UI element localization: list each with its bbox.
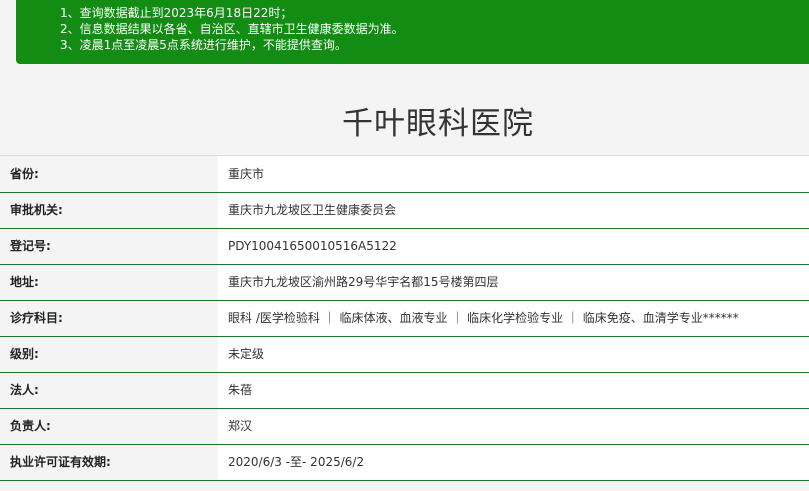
info-value: 重庆市九龙坡区渝州路29号华宇名都15号楼第四层	[218, 265, 809, 300]
notice-line-1: 1、查询数据截止到2023年6月18日22时；	[60, 6, 293, 20]
info-row-legal-person: 法人: 朱蓓	[0, 373, 809, 409]
info-value: 郑汉	[218, 409, 809, 444]
info-value: 重庆市	[218, 156, 809, 192]
hospital-info-table: 省份: 重庆市 审批机关: 重庆市九龙坡区卫生健康委员会 登记号: PDY100…	[0, 155, 809, 481]
page: 1、查询数据截止到2023年6月18日22时； 2、信息数据结果以各省、自治区、…	[0, 0, 809, 491]
info-value: 2020/6/3 -至- 2025/6/2	[218, 445, 809, 480]
info-row-departments: 诊疗科目: 眼科 /医学检验科 ｜ 临床体液、血液专业 ｜ 临床化学检验专业 ｜…	[0, 301, 809, 337]
info-label: 地址:	[10, 275, 39, 289]
info-row-registration-number: 登记号: PDY10041650010516A5122	[0, 229, 809, 265]
info-label: 登记号:	[10, 239, 51, 253]
notice-line-3: 3、凌晨1点至凌晨5点系统进行维护，不能提供查询。	[60, 38, 347, 52]
info-label: 省份:	[10, 167, 39, 181]
info-row-approval-authority: 审批机关: 重庆市九龙坡区卫生健康委员会	[0, 193, 809, 229]
info-row-address: 地址: 重庆市九龙坡区渝州路29号华宇名都15号楼第四层	[0, 265, 809, 301]
info-label: 法人:	[10, 383, 39, 397]
info-label: 执业许可证有效期:	[10, 455, 111, 469]
hospital-name-title: 千叶眼科医院	[342, 106, 534, 142]
info-row-person-in-charge: 负责人: 郑汉	[0, 409, 809, 445]
info-value: 重庆市九龙坡区卫生健康委员会	[218, 193, 809, 228]
info-label: 级别:	[10, 347, 39, 361]
info-label: 诊疗科目:	[10, 311, 63, 325]
info-row-level: 级别: 未定级	[0, 337, 809, 373]
info-value: 眼科 /医学检验科 ｜ 临床体液、血液专业 ｜ 临床化学检验专业 ｜ 临床免疫、…	[218, 301, 809, 336]
info-row-license-validity: 执业许可证有效期: 2020/6/3 -至- 2025/6/2	[0, 445, 809, 481]
info-value: PDY10041650010516A5122	[218, 229, 809, 264]
info-label: 负责人:	[10, 419, 51, 433]
notice-line-2: 2、信息数据结果以各省、自治区、直辖市卫生健康委数据为准。	[60, 22, 404, 36]
info-value: 未定级	[218, 337, 809, 372]
info-value: 朱蓓	[218, 373, 809, 408]
info-row-province: 省份: 重庆市	[0, 156, 809, 193]
info-label: 审批机关:	[10, 203, 63, 217]
notice-banner: 1、查询数据截止到2023年6月18日22时； 2、信息数据结果以各省、自治区、…	[16, 0, 809, 64]
